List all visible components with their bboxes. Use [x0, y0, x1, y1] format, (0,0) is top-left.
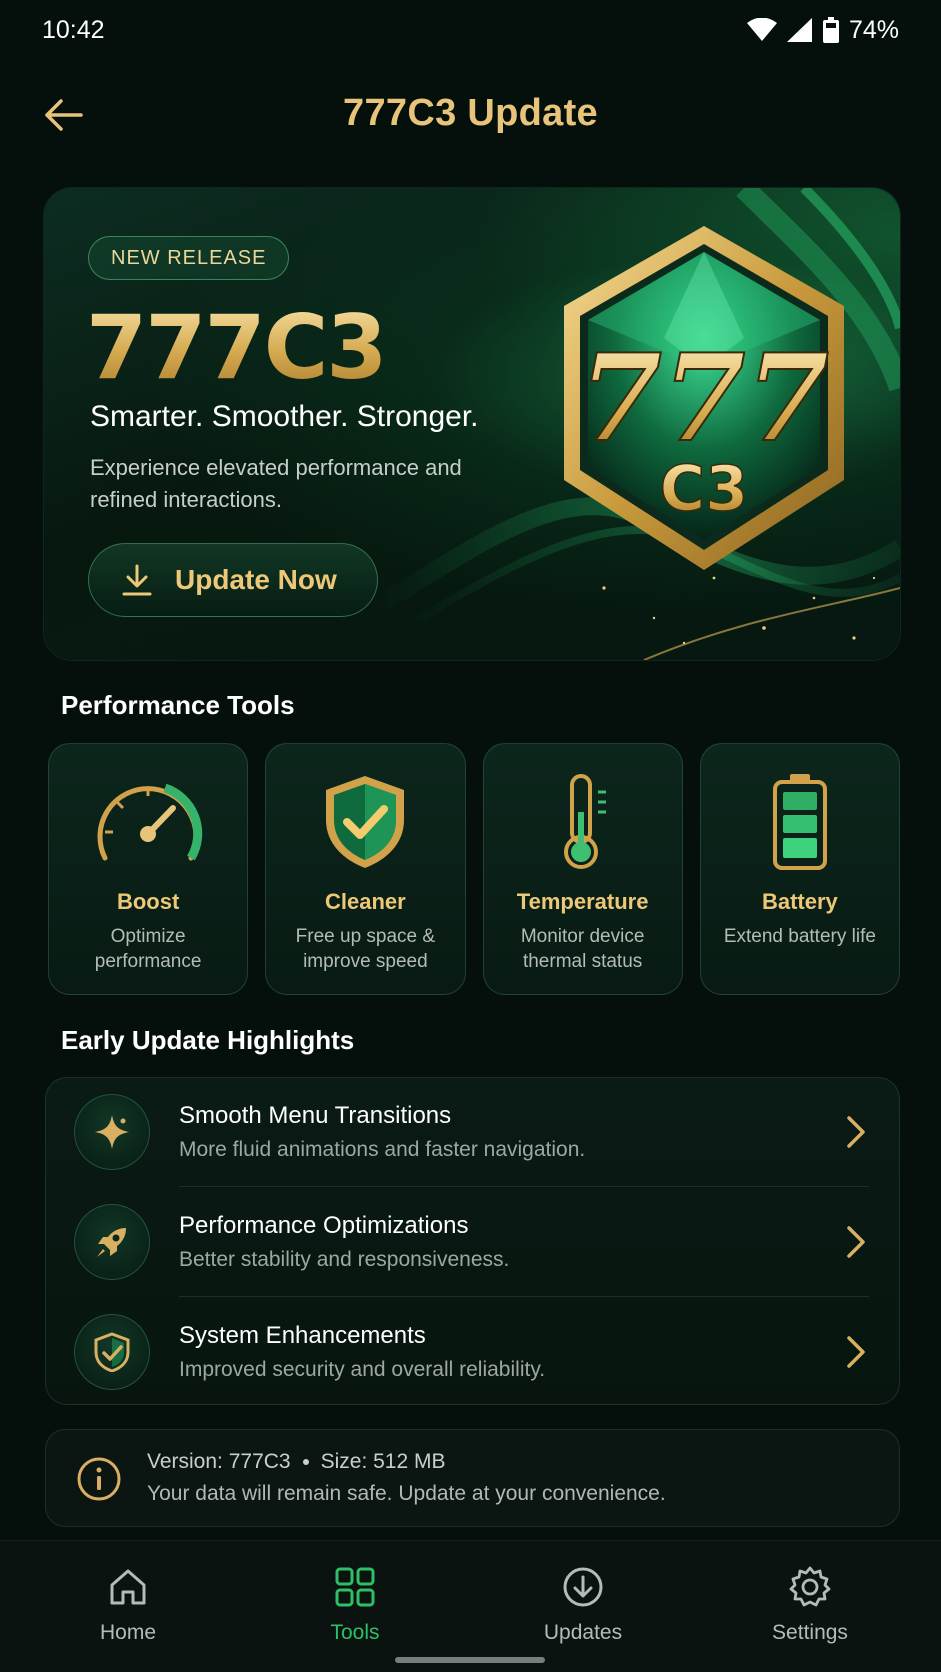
- performance-tools-row: Boost Optimize performance Cleaner Free …: [48, 743, 900, 995]
- highlight-item-system[interactable]: System Enhancements Improved security an…: [46, 1298, 901, 1408]
- highlights-heading: Early Update Highlights: [61, 1025, 355, 1055]
- home-indicator[interactable]: [395, 1657, 545, 1663]
- bottom-navigation: Home Tools Updates Settings: [0, 1540, 941, 1672]
- divider: [179, 1296, 869, 1297]
- tool-desc: Optimize performance: [94, 926, 202, 972]
- highlight-subtitle: More fluid animations and faster navigat…: [179, 1138, 586, 1161]
- nav-item-home[interactable]: Home: [48, 1555, 208, 1655]
- chevron-right-icon: [841, 1334, 871, 1370]
- status-bar: 10:42 74%: [0, 0, 941, 60]
- performance-tools-heading: Performance Tools: [61, 690, 295, 720]
- gold-sparkles-decoration: [602, 576, 876, 645]
- tool-card-temperature[interactable]: Temperature Monitor device thermal statu…: [482, 743, 683, 995]
- home-icon: [104, 1563, 152, 1611]
- grid-icon: [331, 1563, 379, 1611]
- tool-name: Temperature: [516, 889, 649, 914]
- battery-percent: 74%: [848, 15, 899, 44]
- tool-name: Boost: [116, 889, 180, 914]
- highlight-title: Smooth Menu Transitions: [179, 1102, 452, 1129]
- nav-label: Home: [99, 1621, 157, 1644]
- tool-card-boost[interactable]: Boost Optimize performance: [48, 743, 249, 995]
- tool-card-cleaner[interactable]: Cleaner Free up space & improve speed: [265, 743, 466, 995]
- nav-label: Updates: [543, 1621, 623, 1644]
- emblem-777-text: 777: [579, 328, 830, 469]
- highlight-title: Performance Optimizations: [179, 1212, 469, 1239]
- nav-item-settings[interactable]: Settings: [730, 1555, 890, 1655]
- highlight-subtitle: Improved security and overall reliabilit…: [179, 1358, 546, 1381]
- update-now-button[interactable]: Update Now: [88, 543, 378, 617]
- chevron-right-icon: [841, 1114, 871, 1150]
- nav-item-updates[interactable]: Updates: [503, 1555, 663, 1655]
- tool-desc: Extend battery life: [723, 926, 876, 947]
- version-text: Version: 777C3: [147, 1450, 291, 1473]
- rocket-icon: [74, 1204, 150, 1280]
- version-size-line: Version: 777C3 Size: 512 MB: [147, 1450, 446, 1474]
- highlight-title: System Enhancements: [179, 1322, 426, 1349]
- hero-title: 777C3: [86, 296, 388, 399]
- sparkle-icon: [74, 1094, 150, 1170]
- new-release-badge: NEW RELEASE: [88, 236, 290, 280]
- status-indicators: 74%: [746, 15, 899, 45]
- tool-card-battery[interactable]: Battery Extend battery life: [699, 743, 900, 995]
- highlight-item-smooth-transitions[interactable]: Smooth Menu Transitions More fluid anima…: [46, 1078, 901, 1188]
- status-time: 10:42: [42, 15, 105, 44]
- tool-name: Battery: [761, 889, 838, 914]
- nav-item-tools[interactable]: Tools: [275, 1555, 435, 1655]
- speedometer-icon: [93, 772, 203, 872]
- divider: [179, 1186, 869, 1187]
- hero-banner: NEW RELEASE 777C3 Smarter. Smoother. Str…: [44, 188, 900, 660]
- emblem-logo: 777 C3: [564, 226, 844, 570]
- shield-check-icon: [310, 772, 420, 872]
- nav-label: Tools: [330, 1621, 380, 1644]
- tool-desc: Free up space & improve speed: [295, 926, 436, 972]
- tool-name: Cleaner: [325, 889, 406, 914]
- app-header: 777C3 Update: [0, 80, 941, 150]
- hero-tagline: Smarter. Smoother. Stronger.: [90, 400, 479, 433]
- download-circle-icon: [559, 1563, 607, 1611]
- size-text: Size: 512 MB: [320, 1450, 446, 1473]
- chevron-right-icon: [841, 1224, 871, 1260]
- emblem-c3-text: C3: [660, 452, 749, 525]
- tool-desc: Monitor device thermal status: [520, 926, 645, 972]
- highlights-list: Smooth Menu Transitions More fluid anima…: [45, 1077, 900, 1405]
- download-icon: [122, 564, 152, 596]
- separator-dot: [302, 1459, 309, 1465]
- info-icon: [74, 1454, 124, 1504]
- battery-icon: [745, 772, 855, 872]
- gear-icon: [786, 1563, 834, 1611]
- wifi-icon: [746, 18, 777, 41]
- thermometer-icon: [528, 772, 638, 872]
- update-now-label: Update Now: [175, 564, 337, 595]
- battery-status-icon: [822, 17, 839, 43]
- signal-icon: [786, 18, 812, 42]
- highlight-item-performance[interactable]: Performance Optimizations Better stabili…: [46, 1188, 901, 1298]
- highlight-subtitle: Better stability and responsiveness.: [179, 1248, 510, 1271]
- page-title: 777C3 Update: [343, 92, 598, 134]
- safety-note: Your data will remain safe. Update at yo…: [147, 1482, 666, 1505]
- shield-check-icon: [74, 1314, 150, 1390]
- hero-description: Experience elevated performance and refi…: [90, 455, 462, 512]
- version-info-card: Version: 777C3 Size: 512 MB Your data wi…: [45, 1429, 900, 1527]
- nav-label: Settings: [772, 1621, 848, 1644]
